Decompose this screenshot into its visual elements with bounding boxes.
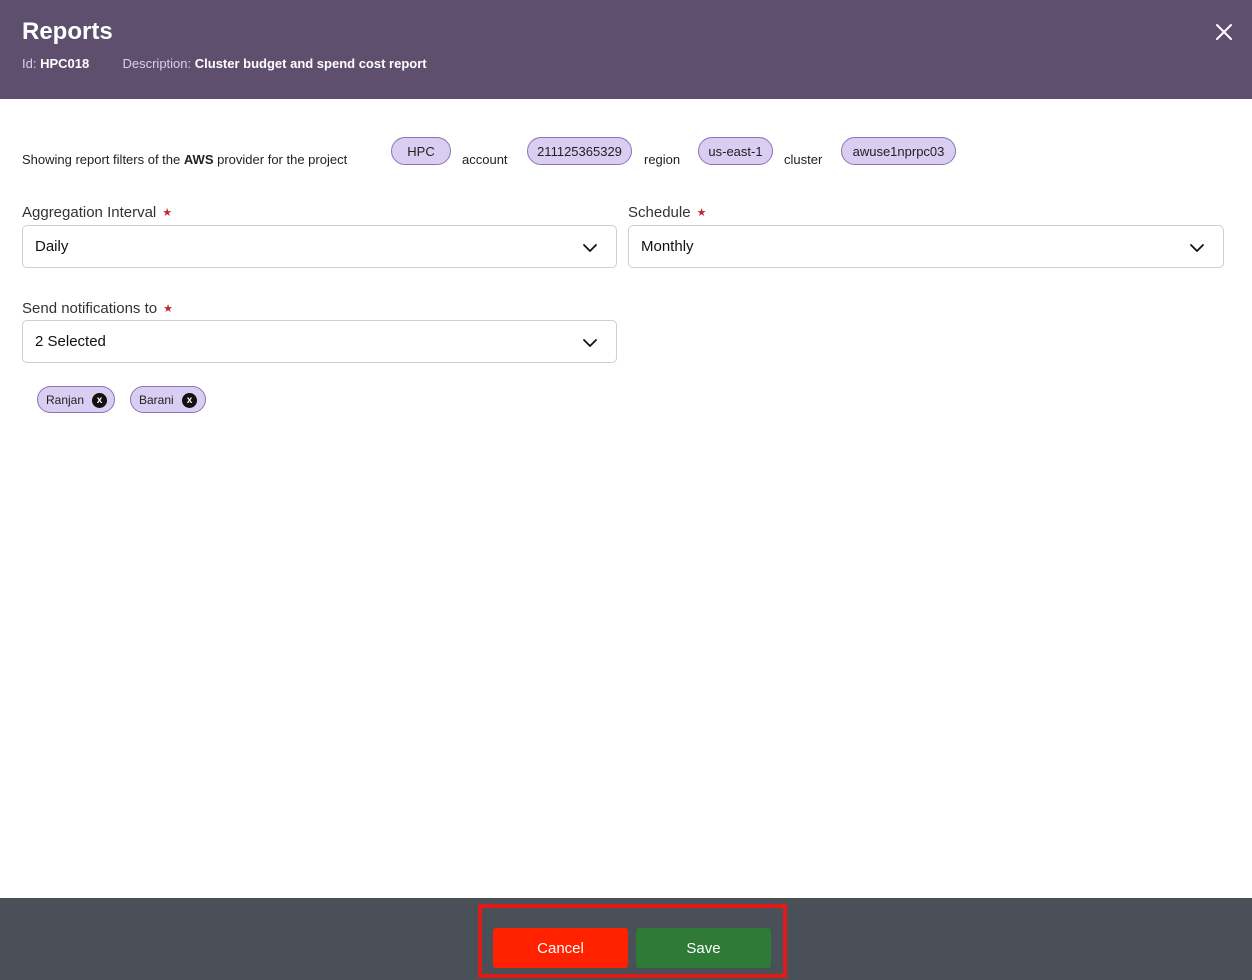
report-meta: Id: HPC018 Description: Cluster budget a… [22,56,427,71]
chevron-down-icon [583,339,597,347]
account-label: account [462,152,508,167]
required-star-icon: ★ [162,207,173,219]
filters-suffix-text: provider for the project [217,152,348,167]
recipient-name: Ranjan [46,392,85,407]
schedule-label-text: Schedule [628,204,691,221]
save-button[interactable]: Save [636,928,771,968]
cluster-label: cluster [784,152,823,167]
description-label: Description: [122,56,192,71]
region-label: region [644,152,681,167]
close-icon[interactable] [1212,20,1236,44]
project-pill: HPC [391,137,451,165]
filters-prefix-text: Showing report filters of the [22,152,181,167]
aggregation-label-text: Aggregation Interval [22,204,157,221]
required-star-icon: ★ [696,207,707,219]
chevron-down-icon [1190,244,1204,252]
cancel-button[interactable]: Cancel [493,928,628,968]
remove-icon[interactable]: x [182,393,197,408]
schedule-label: Schedule ★ [628,204,706,221]
schedule-value: Monthly [641,238,694,255]
id-label: Id: [22,56,37,71]
recipient-chip: Barani x [130,386,206,413]
notifications-value: 2 Selected [35,333,106,350]
chevron-down-icon [583,244,597,252]
required-star-icon: ★ [163,303,173,315]
filters-intro: Showing report filters of the AWS provid… [22,152,347,167]
id-value: HPC018 [40,56,90,71]
aggregation-interval-value: Daily [35,238,69,255]
account-pill: 211125365329 [527,137,632,165]
modal-header: Reports Id: HPC018 Description: Cluster … [0,0,1252,99]
schedule-select[interactable]: Monthly [628,225,1224,268]
recipient-name: Barani [139,392,174,407]
report-filters: Showing report filters of the AWS provid… [22,137,1232,177]
remove-icon[interactable]: x [92,393,107,408]
aggregation-interval-label: Aggregation Interval ★ [22,204,172,221]
notifications-label-text: Send notifications to [22,300,158,317]
provider-name: AWS [183,152,214,167]
description-value: Cluster budget and spend cost report [194,56,427,71]
cluster-pill: awuse1nprpc03 [841,137,956,165]
recipient-chip: Ranjan x [37,386,115,413]
notifications-label: Send notifications to ★ [22,300,173,317]
notifications-select[interactable]: 2 Selected [22,320,617,363]
reports-modal: Reports Id: HPC018 Description: Cluster … [0,0,1252,980]
modal-title: Reports [22,18,113,45]
aggregation-interval-select[interactable]: Daily [22,225,617,268]
region-pill: us-east-1 [698,137,773,165]
